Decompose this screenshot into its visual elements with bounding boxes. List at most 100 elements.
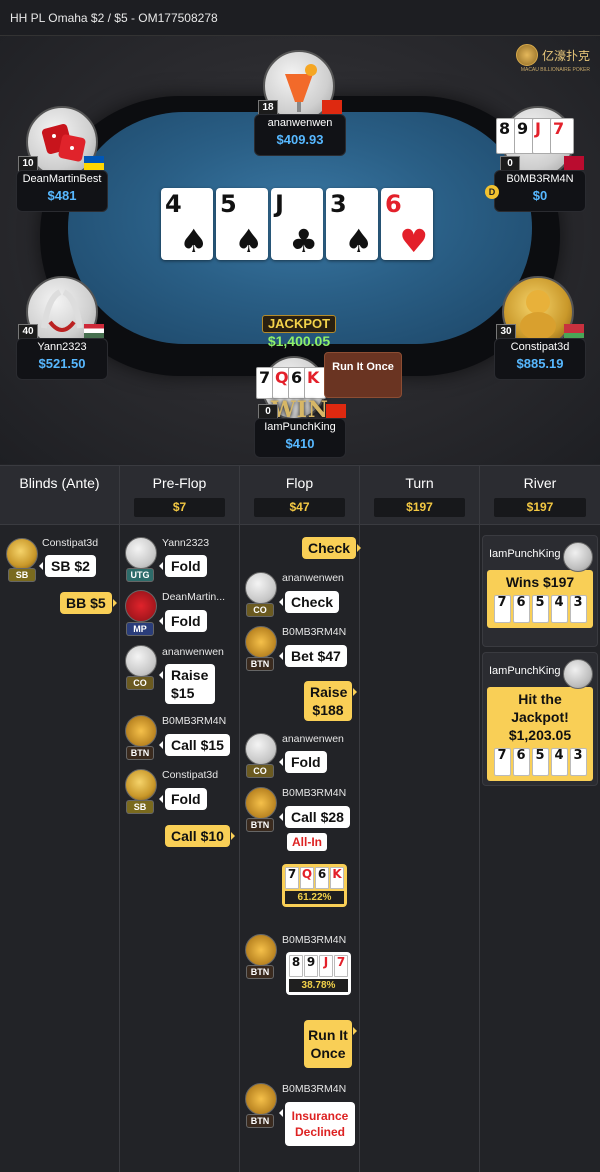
hero-hole-cards: 7 Q 6 K — [256, 367, 326, 399]
col-turn: Turn $197 — [360, 465, 480, 1172]
shown-hole-cards: 8 9 J 7 — [496, 118, 574, 154]
position-badge: BTN — [246, 1114, 274, 1128]
jackpot-label: JACKPOT — [262, 315, 336, 333]
board-card: 3 ♠ — [326, 188, 378, 260]
player-mini-avatar — [125, 715, 157, 747]
board-card: 6 ♥ — [381, 188, 433, 260]
player-plate: B0MB3RM4N $0 — [494, 170, 586, 212]
equity-card: Q — [300, 867, 314, 889]
position-badge: BTN — [246, 818, 274, 832]
winning-card: 4 — [550, 748, 568, 776]
position-badge: CO — [246, 764, 274, 778]
action-bubble: Check — [278, 591, 340, 613]
col-title: Pre-Flop — [152, 475, 207, 491]
hole-card: 7 — [550, 118, 574, 154]
player-name: IamPunchKing — [264, 421, 336, 433]
player-stack: $0 — [532, 188, 548, 203]
hero-action-bubble: Check — [302, 537, 362, 559]
player-stack: $409.93 — [276, 132, 324, 147]
all-in-tag: All-In — [287, 833, 327, 851]
position-badge: SB — [126, 800, 154, 814]
winning-cards: 7 6 5 4 3 — [490, 595, 590, 623]
hero-action-bubble: Call $10 — [165, 825, 235, 847]
result-title: Wins $197 — [505, 574, 575, 590]
player-mini-avatar — [125, 645, 157, 677]
action-bubble: Fold — [159, 788, 207, 810]
player-plate: Yann2323 $521.50 — [16, 338, 108, 380]
equity-card: K — [330, 867, 344, 889]
col-title: Blinds (Ante) — [19, 475, 100, 491]
action-player-name: Yann2323 — [162, 537, 210, 549]
player-mini-avatar — [563, 659, 593, 689]
hero-action-bubble: Run It Once — [304, 1020, 357, 1068]
china-flag-icon — [322, 100, 342, 114]
equity-card: 7 — [334, 955, 348, 977]
equity-card: 8 — [289, 955, 303, 977]
hero-action-bubble: Raise $188 — [304, 681, 357, 721]
equity-percent: 61.22% — [285, 891, 344, 904]
player-mini-avatar — [125, 537, 157, 569]
result-panel: Hit the Jackpot! $1,203.05 7 6 5 4 3 — [487, 687, 593, 781]
belarus-flag-icon — [564, 324, 584, 338]
player-mini-avatar — [245, 787, 277, 819]
col-pot: $7 — [134, 498, 225, 517]
player-mini-avatar — [245, 934, 277, 966]
action-player-name: ananwenwen — [282, 572, 344, 584]
player-stack: $885.19 — [516, 356, 564, 371]
result-box: IamPunchKing Wins $197 7 6 5 4 3 — [482, 535, 598, 647]
position-badge: UTG — [126, 568, 154, 582]
position-badge: BTN — [126, 746, 154, 760]
player-mini-avatar — [245, 572, 277, 604]
action-bubble: Call $28 — [279, 806, 350, 828]
brand-logo: 亿濠扑克 — [515, 44, 590, 66]
action-player-name: Constipat3d — [42, 537, 99, 549]
player-stack: $481 — [47, 188, 77, 203]
position-badge: BTN — [246, 965, 274, 979]
col-pot: $197 — [494, 498, 586, 517]
position-badge: CO — [246, 603, 274, 617]
player-plate: ananwenwen $409.93 — [254, 114, 346, 156]
hero-equity-box: 7 Q 6 K 61.22% — [282, 864, 347, 907]
action-bubble: Fold — [279, 751, 327, 773]
run-it-once-button[interactable]: Run It Once — [324, 352, 402, 398]
result-panel: Wins $197 7 6 5 4 3 — [487, 570, 593, 628]
player-plate: Constipat3d $885.19 — [494, 338, 586, 380]
position-badge: SB — [8, 568, 36, 582]
action-player-name: B0MB3RM4N — [282, 1083, 347, 1095]
dealer-button: D — [485, 185, 499, 199]
position-badge: MP — [126, 622, 154, 636]
norway-flag-icon — [564, 156, 584, 170]
action-player-name: ananwenwen — [282, 733, 344, 745]
ukraine-flag-icon — [84, 156, 104, 170]
player-stack: $521.50 — [38, 356, 86, 371]
result-box: IamPunchKing Hit the Jackpot! $1,203.05 … — [482, 652, 598, 786]
villain-equity-box: 8 9 J 7 38.78% — [286, 952, 351, 995]
winning-cards: 7 6 5 4 3 — [490, 748, 590, 776]
player-plate: DeanMartinBest $481 — [16, 170, 108, 212]
equity-card: 6 — [315, 867, 329, 889]
position-badge: CO — [126, 676, 154, 690]
winning-card: 3 — [569, 748, 587, 776]
result-title: Hit the Jackpot! $1,203.05 — [508, 691, 572, 743]
action-player-name: B0MB3RM4N — [282, 787, 347, 799]
china-flag-icon — [326, 404, 346, 418]
col-pot: $47 — [254, 498, 345, 517]
equity-cards: 7 Q 6 K — [285, 867, 344, 889]
community-cards: 4 ♠ 5 ♠ J ♣ 3 ♠ 6 ♥ — [161, 188, 433, 260]
brand-name: 亿濠扑克 — [541, 48, 590, 63]
player-name: DeanMartinBest — [22, 173, 102, 185]
player-mini-avatar — [125, 769, 157, 801]
action-player-name: DeanMartin... — [162, 591, 226, 603]
hole-card: K — [304, 367, 326, 399]
position-badge: BTN — [246, 657, 274, 671]
equity-cards: 8 9 J 7 — [289, 955, 348, 977]
brand-subtitle: MACAU BILLIONAIRE POKER — [520, 67, 590, 73]
board-card: J ♣ — [271, 188, 323, 260]
player-stack: $410 — [285, 436, 315, 451]
action-bubble: Fold — [159, 610, 207, 632]
brand-emblem-icon — [515, 44, 538, 66]
col-title: Turn — [405, 475, 434, 491]
action-player-name: Constipat3d — [162, 769, 219, 781]
col-pot: $197 — [374, 498, 465, 517]
player-mini-avatar — [563, 542, 593, 572]
